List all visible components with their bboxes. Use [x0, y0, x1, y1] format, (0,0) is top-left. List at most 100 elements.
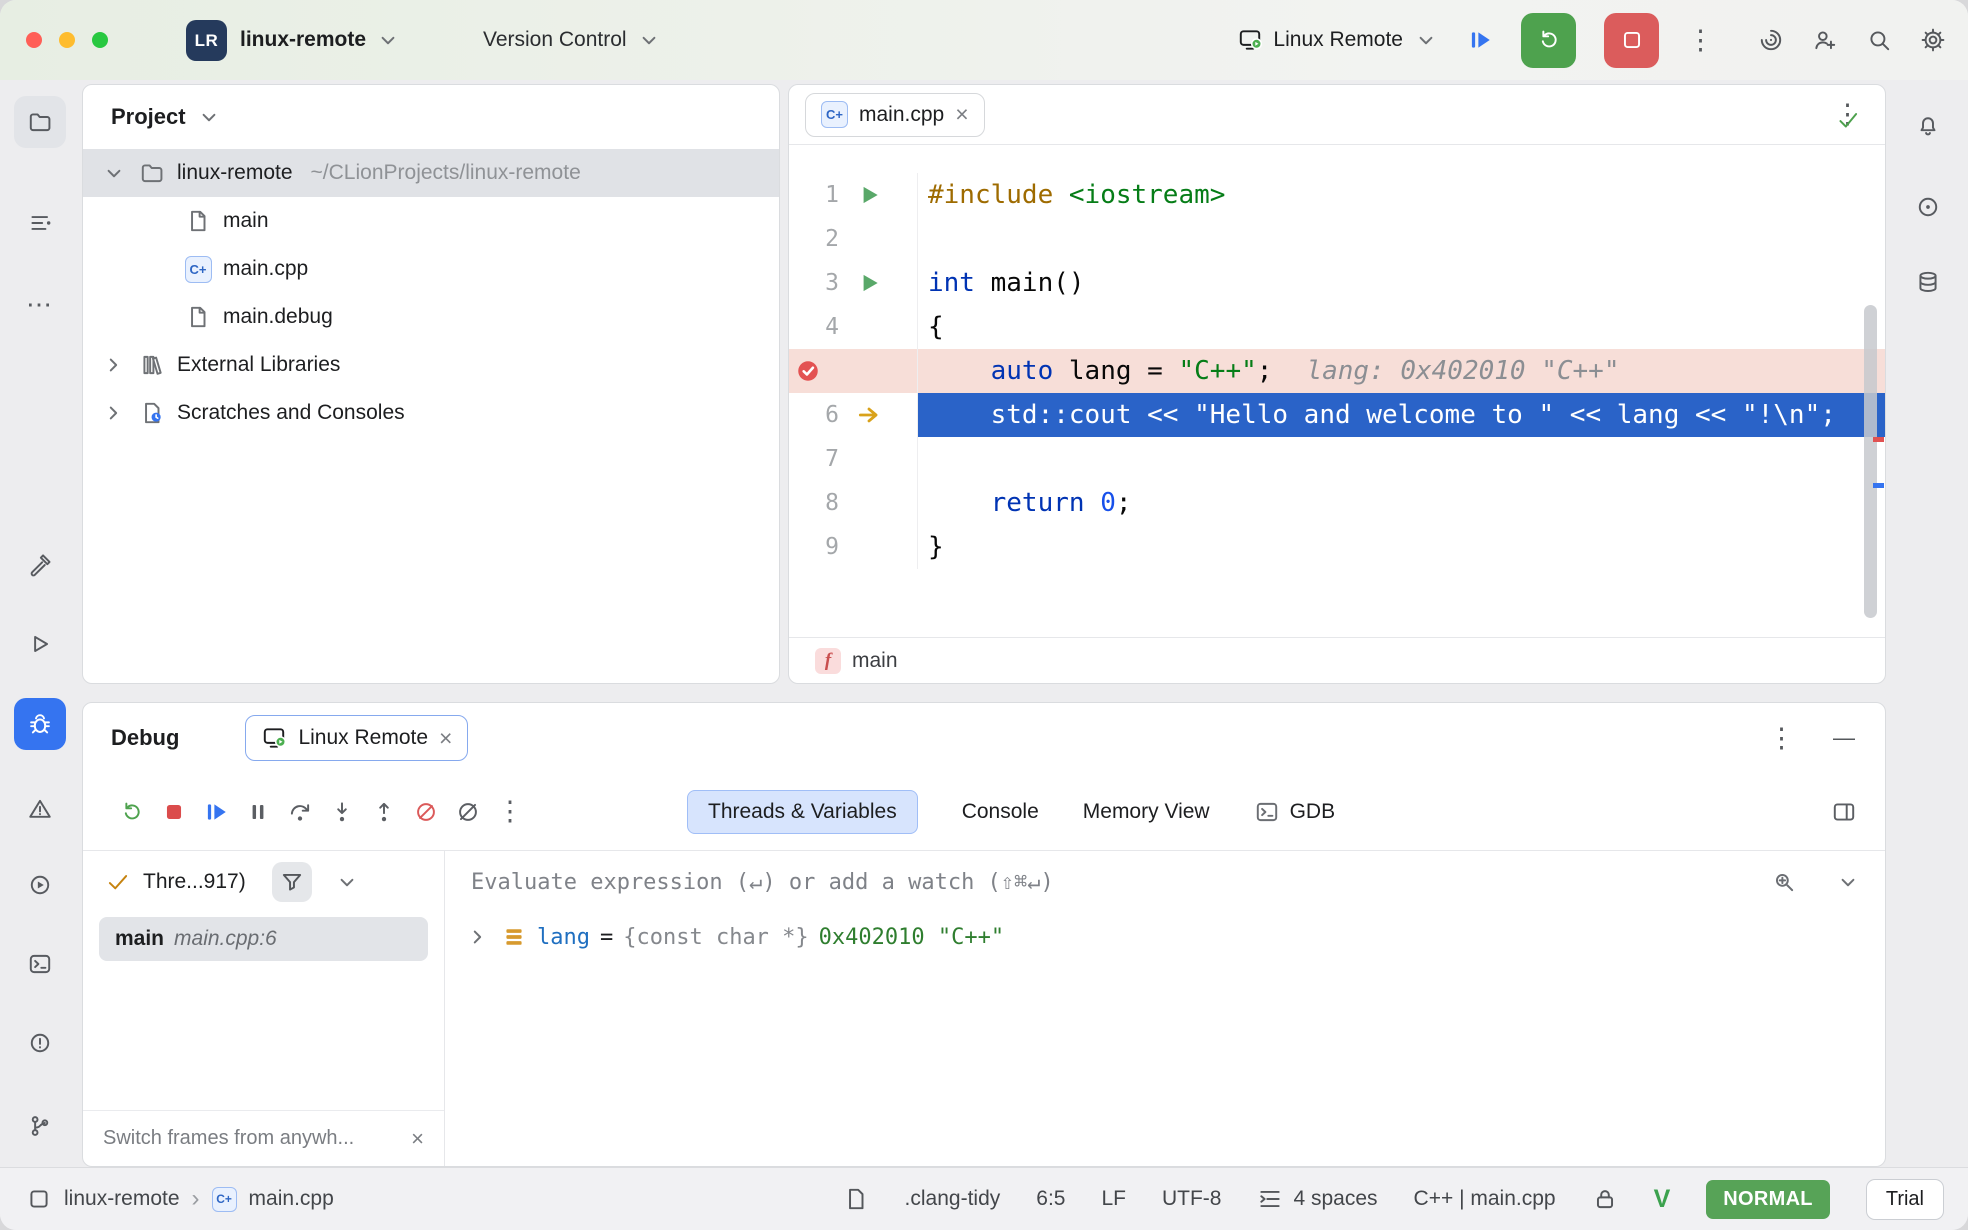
code-line-1[interactable]: 1#include <iostream> — [789, 173, 1885, 217]
hide-panel-icon[interactable]: — — [1833, 725, 1855, 751]
git-toolwindow-icon[interactable] — [14, 1100, 66, 1152]
line-number[interactable]: 9 — [789, 525, 839, 569]
run-line-icon[interactable] — [839, 182, 899, 208]
project-toolwindow-icon[interactable] — [14, 96, 66, 148]
debug-toolbar-kebab[interactable]: ⋮ — [489, 791, 531, 833]
minimize-window-button[interactable] — [59, 32, 75, 48]
close-session-icon[interactable]: × — [439, 727, 452, 750]
tab-gdb[interactable]: GDB — [1254, 799, 1336, 825]
gutter[interactable]: 3 — [789, 261, 918, 305]
code-text[interactable]: } — [918, 525, 1885, 569]
gutter[interactable]: 2 — [789, 217, 918, 261]
line-number[interactable]: 7 — [789, 437, 839, 481]
filter-frames-button[interactable] — [272, 862, 312, 902]
view-breakpoints-icon[interactable] — [447, 791, 489, 833]
debug-toolwindow-icon[interactable] — [14, 698, 66, 750]
resume-program-button[interactable] — [1467, 27, 1493, 53]
language-widget[interactable]: C++ | main.cpp — [1414, 1187, 1556, 1211]
database-toolwindow-icon[interactable] — [1902, 256, 1954, 308]
code-text[interactable]: std::cout << "Hello and welcome to " << … — [918, 393, 1885, 437]
chevron-right-icon[interactable] — [101, 400, 127, 426]
code-text[interactable]: #include <iostream> — [918, 173, 1885, 217]
code-text[interactable]: { — [918, 305, 1885, 349]
notifications-bell-icon[interactable] — [1902, 99, 1954, 151]
ai-chat-icon[interactable] — [1902, 181, 1954, 233]
gutter[interactable]: 4 — [789, 305, 918, 349]
build-toolwindow-icon[interactable] — [14, 539, 66, 591]
gutter[interactable]: 1 — [789, 173, 918, 217]
tree-item-external-libraries[interactable]: External Libraries — [83, 341, 779, 389]
stop-session-icon[interactable] — [153, 791, 195, 833]
statusbar-project[interactable]: linux-remote — [64, 1187, 180, 1211]
close-window-button[interactable] — [26, 32, 42, 48]
code-with-me-icon[interactable] — [1812, 27, 1838, 53]
structure-toolwindow-icon[interactable] — [14, 197, 66, 249]
gutter[interactable]: 6 — [789, 393, 918, 437]
code-text[interactable]: return 0; — [918, 481, 1885, 525]
run-toolwindow-icon[interactable] — [14, 618, 66, 670]
linter-file-icon[interactable] — [843, 1186, 869, 1212]
statusbar-file[interactable]: main.cpp — [249, 1187, 334, 1211]
tab-memory-view[interactable]: Memory View — [1083, 800, 1210, 824]
debug-options-kebab[interactable]: ⋮ — [1768, 725, 1795, 752]
search-everywhere-icon[interactable] — [1866, 27, 1892, 53]
lock-icon[interactable] — [1592, 1186, 1618, 1212]
chevron-down-icon[interactable] — [1835, 869, 1861, 895]
more-actions-kebab[interactable]: ⋮ — [1687, 27, 1714, 54]
problems-toolwindow-icon[interactable] — [14, 783, 66, 835]
breakpoint-stripe-mark[interactable] — [1873, 437, 1884, 442]
vim-mode-badge[interactable]: NORMAL — [1706, 1180, 1830, 1219]
line-ending-widget[interactable]: LF — [1101, 1187, 1126, 1211]
line-number[interactable]: 8 — [789, 481, 839, 525]
step-into-icon[interactable] — [321, 791, 363, 833]
line-number[interactable]: 4 — [789, 305, 839, 349]
tree-item-main-debug[interactable]: main.debug — [83, 293, 779, 341]
gutter[interactable]: 7 — [789, 437, 918, 481]
code-line-6[interactable]: 6 std::cout << "Hello and welcome to " <… — [789, 393, 1885, 437]
layout-settings-icon[interactable] — [1831, 799, 1857, 825]
variable-row-lang[interactable]: lang = {const char *} 0x402010 "C++" — [445, 913, 1885, 961]
code-line-2[interactable]: 2 — [789, 217, 1885, 261]
ai-assistant-icon[interactable] — [1758, 27, 1784, 53]
gutter[interactable]: 8 — [789, 481, 918, 525]
tab-console[interactable]: Console — [962, 800, 1039, 824]
code-line-8[interactable]: 8 return 0; — [789, 481, 1885, 525]
dismiss-hint-icon[interactable]: × — [411, 1126, 424, 1152]
evaluate-expression-input[interactable]: Evaluate expression (↵) or add a watch (… — [445, 851, 1885, 913]
tree-item-scratches-and-consoles[interactable]: Scratches and Consoles — [83, 389, 779, 437]
code-line-7[interactable]: 7 — [789, 437, 1885, 481]
close-tab-icon[interactable]: × — [955, 103, 968, 126]
project-panel-header[interactable]: Project — [83, 85, 779, 149]
breadcrumb-function[interactable]: main — [852, 649, 898, 673]
chevron-right-icon[interactable] — [101, 352, 127, 378]
debug-session-tab[interactable]: Linux Remote × — [245, 715, 468, 761]
code-text[interactable]: int main() — [918, 261, 1885, 305]
indent-widget[interactable]: 4 spaces — [1257, 1186, 1377, 1212]
settings-gear-icon[interactable] — [1920, 27, 1946, 53]
execution-point-icon[interactable] — [839, 402, 899, 428]
inspections-ok-icon[interactable] — [1835, 107, 1861, 133]
code-line-3[interactable]: 3 int main() — [789, 261, 1885, 305]
line-number[interactable]: 3 — [789, 261, 839, 305]
encoding-widget[interactable]: UTF-8 — [1162, 1187, 1222, 1211]
linter-widget[interactable]: .clang-tidy — [905, 1187, 1001, 1211]
line-number[interactable]: 6 — [789, 393, 839, 437]
expand-chevron-icon[interactable] — [465, 924, 491, 950]
services-toolwindow-icon[interactable] — [14, 859, 66, 911]
terminal-toolwindow-icon[interactable] — [14, 938, 66, 990]
chevron-down-icon[interactable] — [101, 160, 127, 186]
resume-icon[interactable] — [195, 791, 237, 833]
step-out-icon[interactable] — [363, 791, 405, 833]
project-menu[interactable]: linux-remote — [240, 0, 401, 80]
editor-scrollbar[interactable] — [1864, 305, 1877, 618]
gutter[interactable]: 9 — [789, 525, 918, 569]
tab-threads-variables[interactable]: Threads & Variables — [687, 790, 918, 834]
code-line-9[interactable]: 9} — [789, 525, 1885, 569]
run-config-selector[interactable]: Linux Remote — [1237, 27, 1439, 53]
rerun-debug-button[interactable] — [1521, 13, 1576, 68]
vcs-menu[interactable]: Version Control — [483, 0, 662, 80]
run-line-icon[interactable] — [839, 270, 899, 296]
more-toolwindows-icon[interactable]: ⋯ — [14, 278, 66, 330]
add-watch-icon[interactable] — [1771, 869, 1797, 895]
breakpoint-icon[interactable] — [789, 358, 839, 384]
